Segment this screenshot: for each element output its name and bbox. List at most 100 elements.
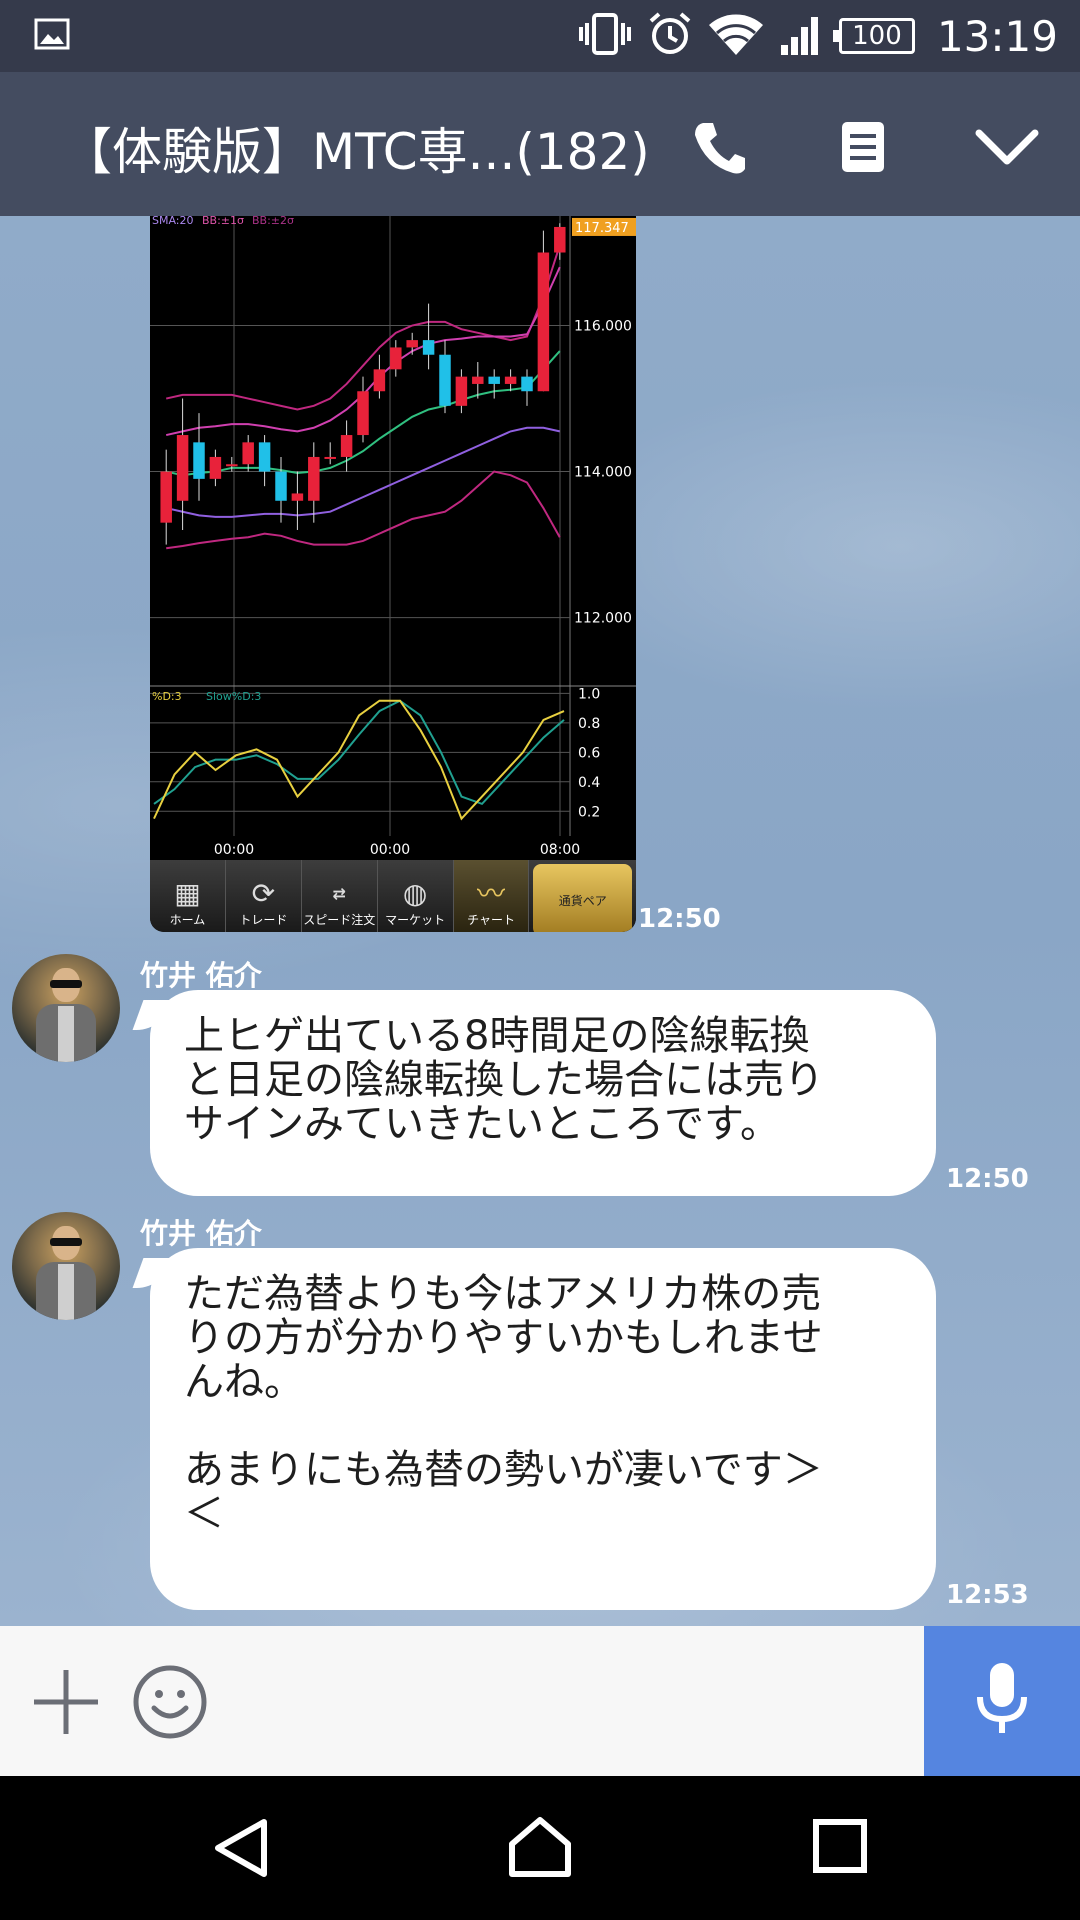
globe-icon: ◍ — [402, 877, 428, 910]
message-bubble[interactable]: 上ヒゲ出ている8時間足の陰線転換 と日足の陰線転換した場合には売り サインみてい… — [150, 990, 936, 1196]
avatar-shirt — [58, 1264, 74, 1320]
alarm-icon — [647, 11, 693, 61]
legend-entry: BB:±1σ — [202, 216, 244, 227]
candle — [439, 354, 451, 406]
fx-chart: 116.000 114.000 112.000 SMA:20 BB:±1σ BB:±2σ 1… — [150, 216, 636, 858]
battery-level: 100 — [852, 21, 902, 51]
candle — [488, 376, 500, 384]
plus-icon[interactable] — [30, 1666, 102, 1742]
phone-icon[interactable] — [684, 112, 754, 182]
price-label: 117.347 — [575, 221, 629, 236]
candle — [258, 442, 271, 472]
sub-y-tick-label: 0.6 — [578, 745, 600, 761]
chart-image-message[interactable]: 116.000 114.000 112.000 SMA:20 BB:±1σ BB:±2σ 1… — [150, 216, 636, 932]
wifi-icon — [707, 11, 765, 61]
back-icon[interactable] — [210, 1816, 274, 1884]
emoji-icon[interactable] — [132, 1664, 208, 1744]
sub-legend-entry: Slow%D:3 — [206, 690, 261, 703]
sub-y-tick-label: 0.4 — [578, 775, 600, 791]
recents-icon[interactable] — [812, 1818, 868, 1878]
system-nav-bar — [0, 1776, 1080, 1920]
sub-y-tick-label: 0.8 — [578, 716, 600, 732]
toolbar-label: マーケット — [385, 913, 446, 927]
candle — [209, 456, 222, 479]
legend-entry: SMA:20 — [152, 216, 194, 227]
battery-icon: 100 — [832, 18, 915, 54]
mic-icon — [974, 1661, 1030, 1741]
toolbar-label: 通貨ペア — [558, 893, 607, 908]
sub-legend-entry: %D:3 — [152, 690, 182, 703]
status-bar: 100 13:19 — [0, 0, 1080, 72]
y-tick-label: 114.000 — [574, 465, 632, 481]
home-icon[interactable] — [506, 1814, 574, 1882]
toolbar-label: チャート — [467, 913, 515, 927]
toolbar-label: ホーム — [169, 913, 206, 927]
candle — [390, 347, 402, 370]
chart-toolbar: ▦ ホーム ⟳ トレード ⇄ スピード注文 ◍ マーケット 〰 チャート 通貨ペ… — [150, 860, 636, 932]
sender-name: 竹井 佑介 — [140, 959, 262, 992]
candle — [340, 435, 353, 457]
toolbar-label: トレード — [239, 913, 288, 927]
candle — [308, 456, 320, 501]
sender-name: 竹井 佑介 — [140, 1217, 262, 1250]
message-timestamp: 12:50 — [946, 1164, 1029, 1194]
candle — [193, 442, 205, 479]
candle — [160, 471, 172, 523]
x-tick-label: 00:00 — [370, 842, 410, 858]
avatar[interactable] — [12, 954, 120, 1062]
chart-icon: 〰 — [477, 877, 506, 910]
chevron-down-icon[interactable] — [972, 112, 1042, 182]
y-tick-label: 116.000 — [574, 319, 632, 335]
avatar-shirt — [58, 1006, 74, 1062]
candle — [357, 391, 369, 436]
candle — [455, 376, 468, 406]
sub-y-tick-label: 0.2 — [578, 804, 600, 820]
candle — [324, 456, 336, 459]
chat-area[interactable]: 116.000 114.000 112.000 SMA:20 BB:±1σ BB:±2σ 1… — [0, 216, 1080, 1626]
candle — [242, 442, 254, 465]
refresh-icon: ⟳ — [251, 877, 276, 910]
currency-icon: 通貨ペア — [533, 864, 632, 932]
avatar-glasses — [50, 1238, 82, 1246]
candle — [554, 226, 566, 253]
toolbar-speed: ⇄ スピード注文 — [302, 860, 378, 932]
image-icon — [34, 18, 70, 54]
grid-icon: ▦ — [174, 877, 201, 910]
legend-entry: BB:±2σ — [252, 216, 294, 227]
message-timestamp: 12:50 — [638, 904, 721, 934]
y-tick-label: 112.000 — [574, 611, 632, 627]
candle — [537, 252, 550, 392]
toolbar-trade: ⟳ トレード — [226, 860, 302, 932]
signal-icon — [779, 11, 825, 61]
speed-icon: ⇄ — [332, 884, 346, 903]
vibrate-icon — [577, 12, 633, 60]
mic-button[interactable] — [924, 1626, 1080, 1776]
candle — [504, 376, 517, 384]
candle — [406, 340, 418, 348]
toolbar-home: ▦ ホーム — [150, 860, 226, 932]
sub-y-tick-label: 1.0 — [578, 686, 600, 702]
avatar[interactable] — [12, 1212, 120, 1320]
bb-lower-2 — [166, 470, 561, 550]
toolbar-label: スピード注文 — [303, 913, 376, 927]
notes-icon[interactable] — [828, 112, 898, 182]
candle — [472, 376, 484, 384]
avatar-glasses — [50, 980, 82, 988]
candle — [275, 471, 287, 501]
input-bar — [0, 1626, 1080, 1776]
candle — [176, 435, 189, 501]
clock: 13:19 — [936, 11, 1058, 61]
toolbar-chart: 〰 チャート — [453, 860, 530, 932]
message-bubble[interactable]: ただ為替よりも今はアメリカ株の売 りの方が分かりやすいかもしれませ んね。 あま… — [150, 1248, 936, 1610]
chat-title[interactable]: 【体験版】MTC専...(182) — [62, 112, 650, 184]
candle — [226, 464, 238, 467]
candle — [291, 493, 304, 501]
candle — [373, 369, 386, 392]
chat-header: 【体験版】MTC専...(182) — [0, 72, 1080, 216]
toolbar-market: ◍ マーケット — [378, 860, 454, 932]
x-tick-label: 08:00 — [540, 842, 580, 858]
message-timestamp: 12:53 — [946, 1580, 1029, 1610]
x-tick-label: 00:00 — [214, 842, 254, 858]
candle — [422, 340, 435, 355]
candle — [521, 376, 533, 392]
